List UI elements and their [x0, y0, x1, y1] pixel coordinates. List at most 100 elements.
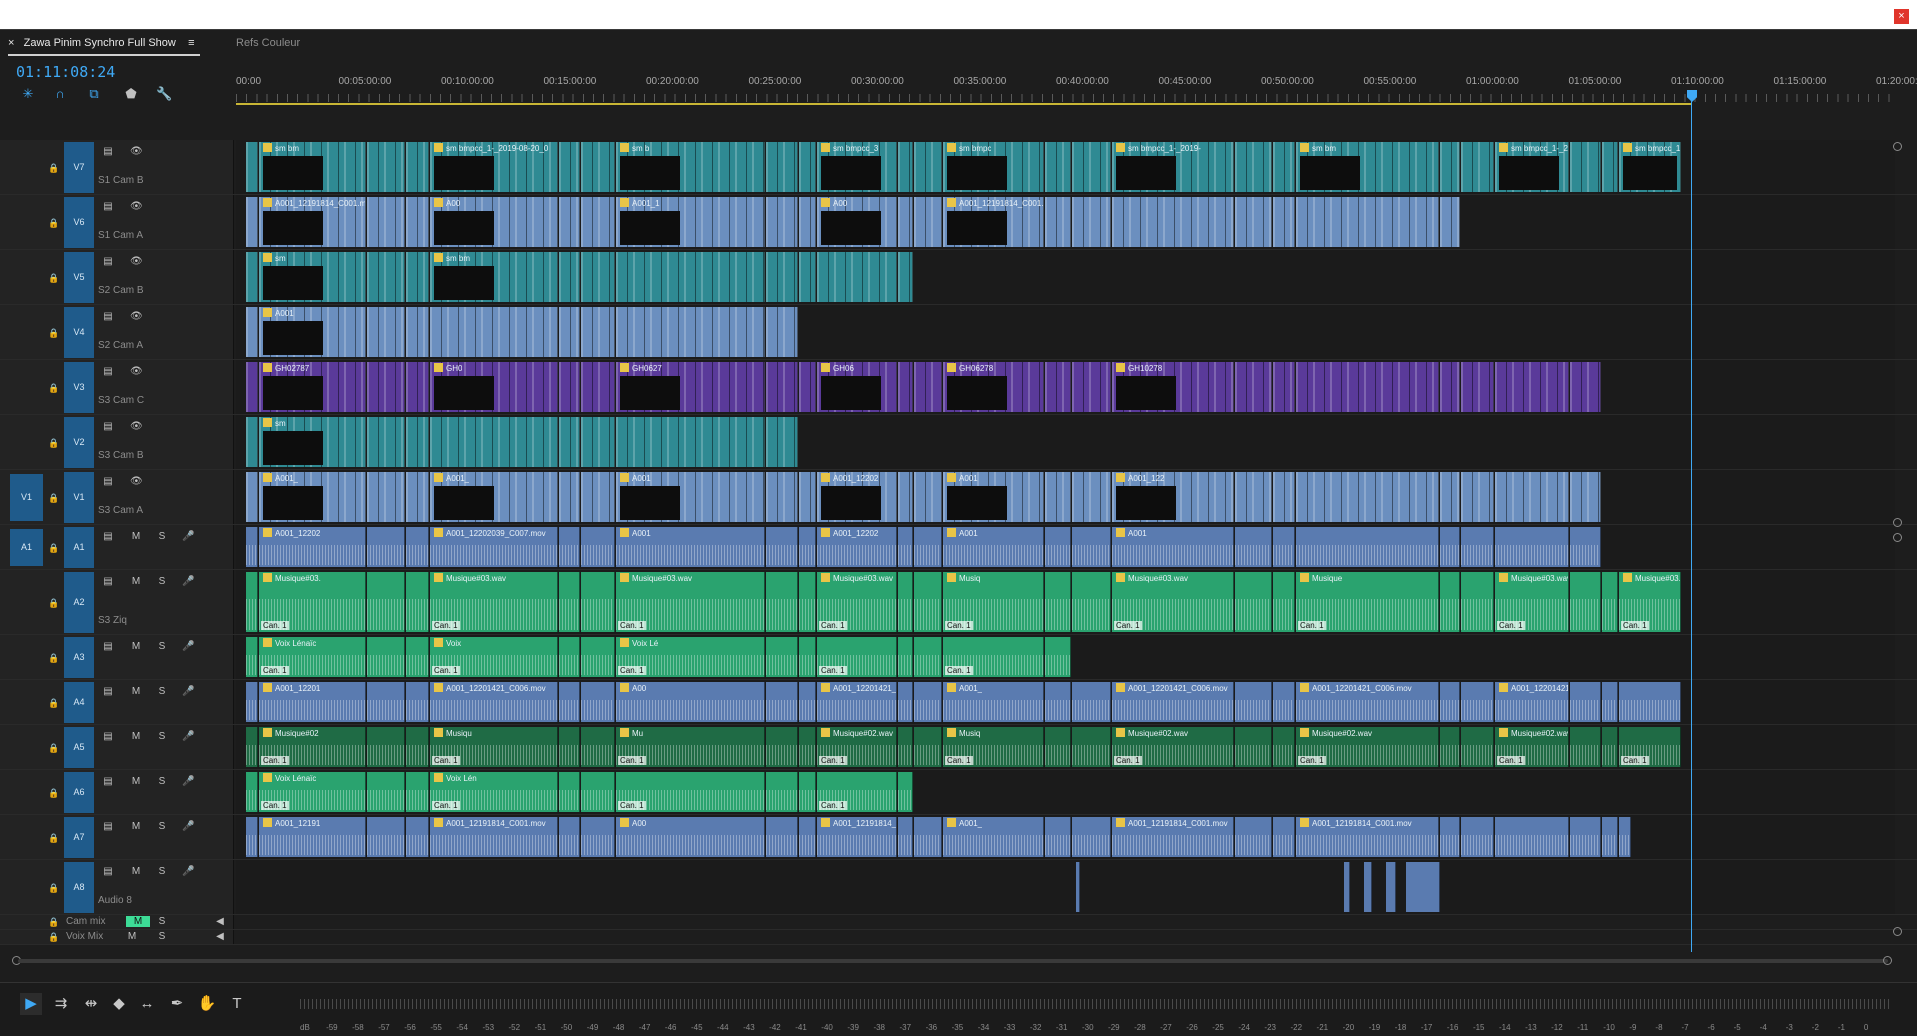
timeline-clip[interactable]: [559, 197, 580, 247]
timeline-clip[interactable]: [1273, 682, 1295, 722]
track-target-v7[interactable]: V7: [64, 142, 94, 193]
timeline-clip[interactable]: [1072, 817, 1111, 857]
timeline-clip[interactable]: [367, 817, 405, 857]
type-tool-icon[interactable]: T: [226, 993, 248, 1015]
timeline-clip[interactable]: [898, 817, 913, 857]
toggle-sync-lock-icon[interactable]: ▤: [102, 866, 114, 877]
timeline-clip[interactable]: sm bm: [259, 142, 366, 192]
timeline-clip[interactable]: [246, 682, 258, 722]
track-name[interactable]: Audio 8: [98, 895, 132, 906]
timeline-clip[interactable]: [406, 682, 429, 722]
timeline-clip[interactable]: [246, 252, 258, 302]
timeline-clip[interactable]: A00: [616, 682, 765, 722]
timeline-clip[interactable]: [367, 142, 405, 192]
timeline-clip[interactable]: [246, 772, 258, 812]
nest-toggle-icon[interactable]: ✳: [20, 86, 36, 102]
timeline-clip[interactable]: [246, 572, 258, 632]
timeline-clip[interactable]: [581, 637, 615, 677]
mute-track-button[interactable]: M: [130, 776, 142, 787]
timeline-clip[interactable]: A001_122: [1112, 472, 1234, 522]
timeline-clip[interactable]: [1273, 362, 1295, 412]
timeline-clip[interactable]: [581, 307, 615, 357]
mute-track-button[interactable]: M: [130, 686, 142, 697]
track-content-a3[interactable]: Voix Lénaïc Can. 1 Voix Can. 1 Voix Lé Can. 1…: [236, 635, 1895, 679]
timeline-clip[interactable]: GH06278: [943, 362, 1044, 412]
timeline-clip[interactable]: [1045, 727, 1071, 767]
timeline-clip[interactable]: A001_12201421_C006.mov: [430, 682, 558, 722]
track-target-v1[interactable]: V1: [64, 472, 94, 523]
voice-over-record-mic-icon[interactable]: 🎤: [182, 641, 194, 652]
timeline-clip[interactable]: [367, 362, 405, 412]
timeline-clip[interactable]: [1045, 527, 1071, 567]
track-lock-icon[interactable]: 🔒: [48, 743, 59, 753]
timeline-clip[interactable]: A001_12191814_C001.mov: [1112, 817, 1234, 857]
timeline-clip[interactable]: A001_12201421: [1495, 682, 1569, 722]
timeline-clip[interactable]: GH0: [430, 362, 558, 412]
timeline-clip[interactable]: [1235, 817, 1272, 857]
timeline-clip[interactable]: Musique#03.wav Can. 1: [1619, 572, 1681, 632]
timeline-clip[interactable]: [1072, 197, 1111, 247]
timeline-clip[interactable]: [1072, 527, 1111, 567]
timeline-clip[interactable]: [766, 682, 798, 722]
timeline-clip[interactable]: [430, 307, 558, 357]
voice-over-record-mic-icon[interactable]: 🎤: [182, 866, 194, 877]
timeline-clip[interactable]: [1602, 572, 1618, 632]
timeline-clip[interactable]: GH0627: [616, 362, 765, 412]
timeline-clip[interactable]: [406, 472, 429, 522]
timeline-clip[interactable]: [616, 307, 765, 357]
timeline-clip[interactable]: [1235, 472, 1272, 522]
timeline-clip[interactable]: [1440, 727, 1460, 767]
mute-track-button[interactable]: M: [130, 531, 142, 542]
timeline-clip[interactable]: [406, 252, 429, 302]
timeline-clip[interactable]: [1112, 197, 1234, 247]
timeline-clip[interactable]: [799, 197, 816, 247]
timeline-clip[interactable]: [898, 197, 913, 247]
track-lock-icon[interactable]: 🔒: [48, 932, 59, 942]
track-target-a8[interactable]: A8: [64, 862, 94, 913]
track-lock-icon[interactable]: 🔒: [48, 273, 59, 283]
timeline-clip[interactable]: [581, 572, 615, 632]
timeline-clip[interactable]: [898, 252, 913, 302]
timeline-clip[interactable]: [1045, 637, 1071, 677]
timeline-clip[interactable]: [246, 472, 258, 522]
timeline-clip[interactable]: [559, 362, 580, 412]
track-lock-icon[interactable]: 🔒: [48, 598, 59, 608]
timeline-clip[interactable]: [766, 307, 798, 357]
timeline-clip[interactable]: [559, 142, 580, 192]
timeline-clip[interactable]: [367, 472, 405, 522]
timeline-clip[interactable]: [1461, 817, 1494, 857]
selection-tool-icon[interactable]: ▶: [20, 993, 42, 1015]
timeline-clip[interactable]: [1072, 682, 1111, 722]
timeline-clip[interactable]: [914, 472, 942, 522]
timeline-clip[interactable]: [1273, 197, 1295, 247]
timeline-clip[interactable]: GH06: [817, 362, 897, 412]
timeline-clip[interactable]: [1045, 472, 1071, 522]
timeline-clip[interactable]: [581, 362, 615, 412]
timeline-clip[interactable]: sm bmpcc_1-_2019-08-20_0036_C0: [1619, 142, 1681, 192]
timeline-clip[interactable]: [367, 682, 405, 722]
toggle-sync-lock-icon[interactable]: ▤: [102, 686, 114, 697]
timeline-clip[interactable]: A001_12201421_C006.mov: [1112, 682, 1234, 722]
timeline-clip[interactable]: sm: [259, 252, 366, 302]
timeline-clip[interactable]: Musique#03. Can. 1: [259, 572, 366, 632]
solo-track-button[interactable]: S: [156, 731, 168, 742]
timeline-clip[interactable]: [1273, 817, 1295, 857]
timeline-clip[interactable]: [1235, 142, 1272, 192]
timeline-clip[interactable]: [367, 307, 405, 357]
submix-speaker-icon[interactable]: ◀: [214, 931, 226, 942]
timeline-clip[interactable]: [914, 727, 942, 767]
solo-track-button[interactable]: S: [156, 531, 168, 542]
timeline-clip[interactable]: [1440, 572, 1460, 632]
add-marker-icon[interactable]: ⬟: [123, 86, 139, 102]
timeline-clip[interactable]: [1570, 142, 1601, 192]
timeline-clip[interactable]: [1461, 472, 1494, 522]
timeline-clip[interactable]: [1461, 572, 1494, 632]
timeline-clip[interactable]: Can. 1: [817, 772, 897, 812]
timeline-clip[interactable]: [367, 772, 405, 812]
timeline-clip[interactable]: [406, 817, 429, 857]
timeline-clip[interactable]: [766, 527, 798, 567]
snap-magnet-icon[interactable]: ∩: [52, 86, 68, 102]
timeline-clip[interactable]: [766, 362, 798, 412]
timeline-clip[interactable]: [898, 572, 913, 632]
timeline-clip[interactable]: [1440, 142, 1460, 192]
